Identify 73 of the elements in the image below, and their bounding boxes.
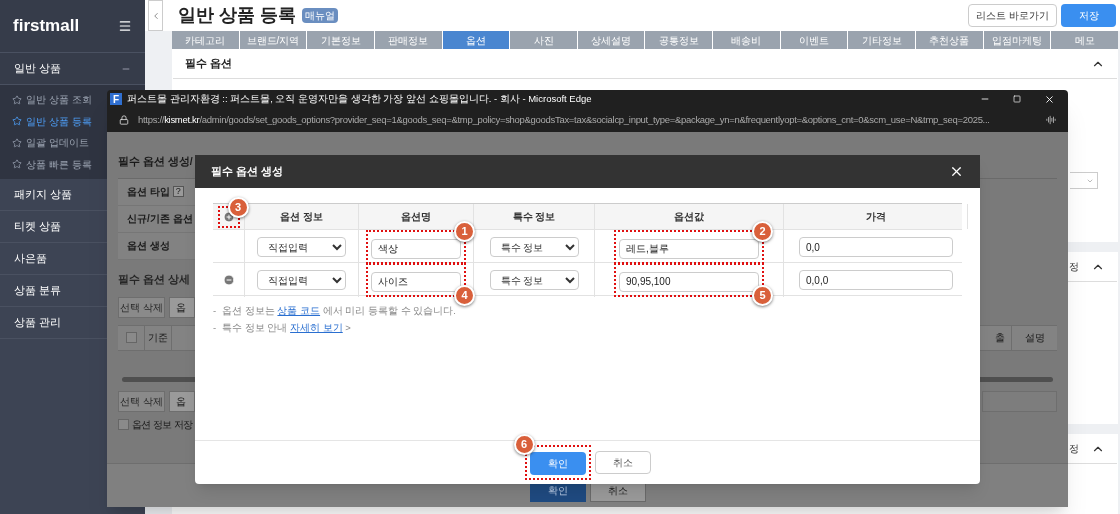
nav-item[interactable]: 일반 상품 조회 [26, 92, 92, 108]
option-button[interactable]: 옵 [169, 296, 195, 318]
form-label: 옵션 생성 [127, 239, 170, 254]
input-field[interactable]: 레드,블루 [619, 239, 759, 259]
cancel-button[interactable]: 취소 [594, 451, 651, 474]
nav-group-label[interactable]: 일반 상품 [14, 60, 61, 77]
select-field[interactable]: 직접입력 [257, 237, 346, 257]
url-text[interactable]: https://kismet.kr/admin/goods/set_goods_options?provider_seq=1&goods_seq=&tmp_policy=shop&goodsTax=tax&socialcp_input_type=&package_yn=n&frequentlyopt=&options_cnt=0&scm_use=N&tmp_seq=2025... [138, 112, 990, 128]
help-text: 특수 정보 안내 자세히 보기 > [222, 321, 351, 336]
help-text: 옵션 정보는 상품 코드 에서 미리 등록할 수 있습니다. [222, 304, 456, 318]
window-title: 퍼스트몰 관리자환경 :: 퍼스트몰, 오직 운영자만을 생각한 가장 앞선 쇼핑몰입니다. - 회사 - Microsoft Edge [127, 91, 592, 106]
detail-title: 필수 옵션 상세 [118, 271, 190, 287]
help-link[interactable]: 자세히 보기 [290, 322, 343, 334]
option-button[interactable]: 옵 [169, 390, 195, 412]
remove-icon[interactable] [222, 274, 235, 286]
list-button[interactable]: 리스트 바로가기 [968, 4, 1057, 27]
nav-group-label[interactable]: 상품 관리 [14, 314, 61, 331]
star-icon [12, 137, 22, 148]
input-field[interactable]: 0,0 [799, 237, 953, 257]
tab[interactable]: 옵션 [442, 31, 510, 49]
nav-group-label[interactable]: 사은품 [14, 250, 47, 267]
step-badge: 6 [513, 434, 535, 455]
column-header: 옵션 정보 [245, 204, 359, 229]
favicon: F [110, 93, 122, 105]
close-icon[interactable] [1044, 93, 1055, 105]
star-icon [12, 116, 22, 127]
input-field[interactable]: 90,95,100 [619, 271, 759, 292]
read-aloud-icon[interactable] [1046, 115, 1056, 125]
column-header: 기준 [145, 325, 172, 350]
save-button[interactable]: 저장 [1061, 4, 1116, 27]
help-icon[interactable]: ? [172, 186, 184, 198]
form-title: 필수 옵션 생성/ [118, 154, 193, 169]
menu-icon[interactable] [118, 19, 132, 33]
modal-title: 필수 옵션 생성 [211, 163, 283, 179]
page-title: 일반 상품 등록 [178, 4, 296, 27]
close-icon[interactable] [949, 164, 964, 179]
step-badge: 3 [227, 196, 249, 218]
bullet: - [213, 304, 217, 318]
column-header: 가격 [784, 204, 968, 229]
nav-group-label[interactable]: 상품 분류 [14, 282, 61, 299]
bullet: - [213, 321, 217, 336]
delete-button[interactable]: 선택 삭제 [118, 390, 165, 412]
nav-group-label[interactable]: 티켓 상품 [14, 218, 61, 235]
select-field[interactable]: 직접입력 [257, 270, 346, 290]
section-title: 정 [1069, 442, 1079, 456]
nav-item[interactable]: 일반 상품 등록 [26, 113, 92, 129]
star-icon [12, 159, 22, 170]
select-field[interactable]: 특수 정보 [489, 270, 579, 290]
column-header: 설명 [1023, 331, 1046, 345]
confirm-button[interactable]: 확인 [529, 452, 586, 475]
nav-item[interactable]: 상품 빠른 등록 [26, 156, 92, 172]
delete-button[interactable]: 선택 삭제 [118, 296, 165, 318]
input-field[interactable]: 사이즈 [371, 272, 461, 292]
step-badge: 4 [454, 285, 475, 306]
nav-item[interactable]: 일괄 업데이트 [26, 135, 89, 151]
checkbox[interactable] [125, 332, 137, 343]
form-label: 신규/기존 옵션 [127, 212, 193, 227]
star-icon [12, 94, 22, 105]
lock-icon [119, 115, 129, 125]
section-title: 정 [1069, 260, 1079, 274]
select-field[interactable] [1070, 172, 1098, 189]
input-field[interactable]: 0,0,0 [799, 270, 953, 290]
checkbox[interactable] [118, 419, 129, 431]
help-link[interactable]: 상품 코드 [277, 305, 321, 316]
checkbox-label: 옵션 정보 저장 [132, 417, 193, 432]
section-title: 필수 옵션 [185, 56, 233, 72]
form-label: 옵션 타입 [127, 185, 170, 200]
input-field[interactable]: 색상 [371, 239, 461, 259]
select-field[interactable]: 특수 정보 [489, 237, 579, 257]
nav-group-label[interactable]: 패키지 상품 [14, 186, 72, 203]
maximize-icon[interactable] [1013, 95, 1021, 103]
step-badge: 5 [752, 285, 773, 306]
manual-badge[interactable]: 매뉴얼 [302, 8, 338, 23]
